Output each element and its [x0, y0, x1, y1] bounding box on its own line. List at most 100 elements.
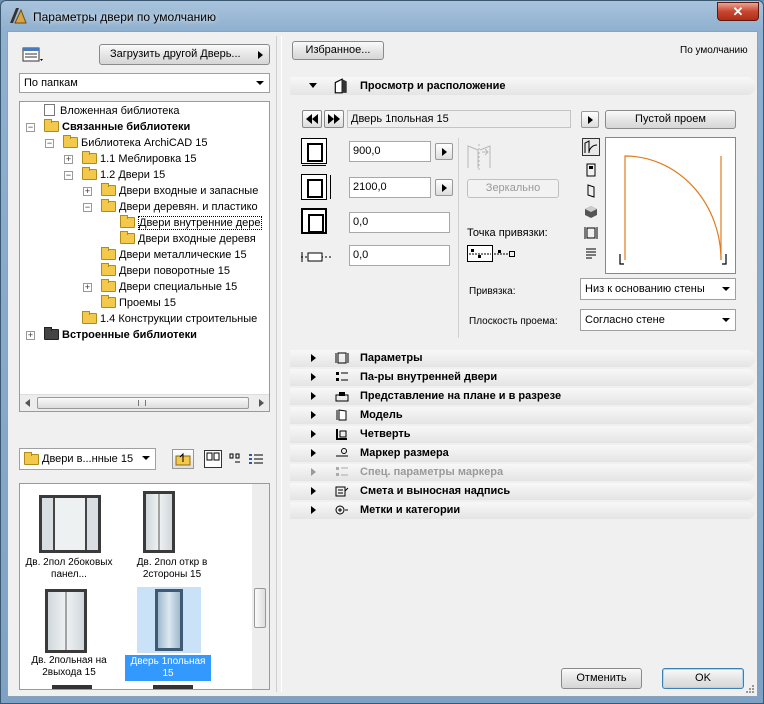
section-listing-label[interactable]: Смета и выносная надпись [290, 483, 755, 500]
anchor-point-right-icon[interactable] [509, 251, 515, 257]
tree-item[interactable]: 1.1 Меблировка 15 [82, 151, 197, 167]
vertical-scrollbar[interactable] [252, 484, 269, 689]
section-marker-params: Спец. параметры маркера [290, 464, 755, 481]
section-tags-categories[interactable]: Метки и категории [290, 502, 755, 519]
width-input[interactable]: 900,0 [349, 141, 431, 162]
small-icons-view-icon[interactable] [228, 452, 242, 466]
door-preview-image [39, 495, 101, 553]
tree-item[interactable]: Двери металлические 15 [101, 247, 247, 263]
section-view-placement[interactable]: Просмотр и расположение [290, 77, 755, 95]
tree-item[interactable]: Встроенные библиотеки [44, 327, 197, 343]
scrollbar-thumb[interactable] [254, 588, 266, 628]
large-icons-view-icon[interactable] [204, 450, 222, 468]
ok-button[interactable]: OK [662, 668, 744, 689]
tree-item[interactable]: Двери деревян. и пластико [101, 199, 258, 215]
elevation-preview-icon[interactable] [584, 163, 598, 177]
tree-item[interactable]: Проемы 15 [101, 295, 176, 311]
section-inner-door-params[interactable]: Па-ры внутренней двери [290, 369, 755, 386]
folder-icon [101, 247, 116, 260]
offset-input[interactable]: 0,0 [349, 245, 450, 266]
anchor-select[interactable]: Низ к основанию стены [580, 278, 736, 300]
empty-opening-button[interactable]: Пустой проем [605, 110, 736, 129]
folder-open-icon [120, 215, 135, 228]
section-rebate[interactable]: Четверть [290, 426, 755, 443]
section-dimension-marker[interactable]: Маркер размера [290, 445, 755, 462]
folder-up-icon[interactable] [172, 449, 194, 469]
close-button[interactable]: ✕ [717, 2, 759, 21]
folder-icon [101, 183, 116, 196]
defaults-label: По умолчанию [680, 45, 748, 56]
tree-item[interactable]: Библиотека ArchiCAD 15 [63, 135, 207, 151]
view-mode-select[interactable]: По папкам [19, 73, 270, 93]
expand-toggle-icon[interactable]: + [64, 155, 73, 164]
thumbnail-gallery[interactable]: Дв. 2пол 2боковых панел... Дв. 2пол откр… [19, 483, 270, 690]
thumbnail-item[interactable]: Дв. 2пол 2боковых панел... [23, 491, 115, 583]
3d-preview-icon[interactable] [584, 205, 598, 219]
section-parameters[interactable]: Параметры [290, 350, 755, 367]
plan-preview-icon[interactable] [582, 138, 600, 156]
resize-grip-icon[interactable] [745, 684, 755, 694]
thumbnail-item[interactable]: Дв. 2пол откр в 2стороны 15 [123, 491, 221, 583]
anchor-point-left-icon[interactable] [467, 245, 493, 262]
favorites-button[interactable]: Избранное... [292, 41, 384, 60]
collapsed-triangle-icon [311, 373, 316, 381]
folder-icon [82, 151, 97, 164]
scrollbar-thumb[interactable] [37, 397, 249, 409]
load-other-door-button[interactable]: Загрузить другой Дверь... [99, 44, 270, 65]
expand-toggle-icon[interactable]: + [83, 283, 92, 292]
tree-item-selected[interactable]: Двери внутренние дере [120, 215, 262, 231]
library-tree[interactable]: Вложенная библиотека − Связанные библиот… [19, 101, 270, 412]
width-arrow-icon [302, 165, 326, 166]
tree-item[interactable]: Связанные библиотеки [44, 119, 190, 135]
prev-object-icon[interactable] [302, 110, 322, 128]
window-title: Параметры двери по умолчанию [33, 10, 216, 24]
rebate-icon [336, 429, 347, 440]
list-details-view-icon[interactable] [248, 452, 264, 466]
plane-select[interactable]: Согласно стене [580, 309, 736, 331]
scroll-right-icon[interactable] [259, 399, 264, 407]
thumbnail-item[interactable]: Дв. 2польная на 2выхода 15 [23, 587, 115, 679]
scroll-left-icon[interactable] [25, 399, 30, 407]
folder-select[interactable]: Двери в...нные 15 [19, 448, 156, 470]
next-object-icon[interactable] [324, 110, 344, 128]
list-preview-icon[interactable] [584, 247, 598, 261]
collapsed-triangle-icon [311, 430, 316, 438]
collapsed-triangle-icon [311, 392, 316, 400]
tree-item[interactable]: 1.2 Двери 15 [82, 167, 165, 183]
section-preview-icon[interactable] [584, 184, 598, 198]
door-preview-image [45, 589, 87, 653]
dimension-marker-icon [336, 448, 348, 457]
collapse-toggle-icon[interactable]: − [45, 139, 54, 148]
sill-depth-input[interactable]: 0,0 [349, 212, 450, 233]
arrow-right-icon [258, 51, 263, 59]
tree-item[interactable]: Двери входные деревя [120, 231, 256, 247]
tree-item[interactable]: Вложенная библиотека [44, 103, 180, 119]
collapse-toggle-icon[interactable]: − [83, 203, 92, 212]
collapse-toggle-icon[interactable]: − [26, 123, 35, 132]
pane-splitter[interactable] [276, 36, 282, 692]
tree-item[interactable]: Двери специальные 15 [101, 279, 237, 295]
tree-item[interactable]: Двери входные и запасные [101, 183, 258, 199]
anchor-point-mid-icon[interactable] [494, 248, 508, 260]
horizontal-scrollbar[interactable] [20, 394, 269, 411]
object-menu-button[interactable] [581, 111, 599, 128]
tree-item[interactable]: Двери поворотные 15 [101, 263, 230, 279]
mirror-preview-icon [464, 142, 494, 172]
expand-toggle-icon[interactable]: + [83, 187, 92, 196]
section-model[interactable]: Модель [290, 407, 755, 424]
expanded-triangle-icon [309, 83, 317, 88]
folder-icon [63, 135, 78, 148]
title-bar[interactable]: Параметры двери по умолчанию ✕ [1, 1, 763, 31]
width-options-button[interactable] [435, 143, 453, 160]
tree-item[interactable]: 1.4 Конструкции строительные [82, 311, 257, 327]
section-plan-section[interactable]: Представление на плане и в разрезе [290, 388, 755, 405]
height-options-button[interactable] [435, 179, 453, 196]
cancel-button[interactable]: Отменить [561, 668, 642, 689]
height-input[interactable]: 2100,0 [349, 177, 431, 198]
dimensions-preview-icon[interactable] [584, 226, 598, 240]
expand-toggle-icon[interactable]: + [26, 331, 35, 340]
list-view-icon[interactable] [22, 46, 44, 64]
collapse-toggle-icon[interactable]: − [64, 171, 73, 180]
preview-side-toolbar [580, 136, 602, 276]
thumbnail-item-selected[interactable]: Дверь 1польная 15 [123, 587, 221, 681]
